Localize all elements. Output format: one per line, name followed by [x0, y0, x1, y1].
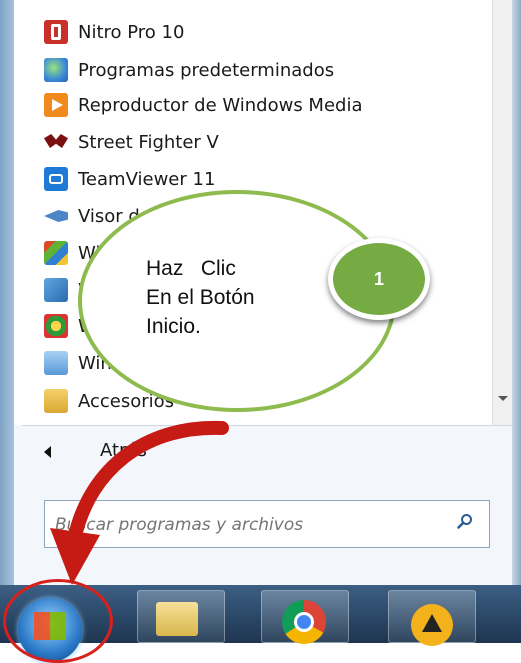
program-item-default-programs[interactable]: Programas predeterminados [44, 55, 334, 85]
file-explorer-icon[interactable] [156, 602, 198, 636]
program-label: Street Fighter V [78, 131, 219, 153]
callout-text: Haz Clic En el Botón Inicio. [146, 257, 255, 338]
default-programs-icon [44, 58, 68, 82]
step-number-badge: 1 [328, 238, 430, 320]
program-label: Reproductor de Windows Media [78, 94, 363, 116]
search-icon[interactable] [457, 513, 473, 529]
start-button-highlight [3, 579, 113, 663]
windows-app-icon [44, 351, 68, 375]
windows-app-icon [44, 278, 68, 302]
program-item-nitro[interactable]: Nitro Pro 10 [44, 17, 184, 47]
nitro-icon [44, 20, 68, 44]
program-item-media-player[interactable]: Reproductor de Windows Media [44, 90, 363, 120]
back-button[interactable]: Atrás [100, 440, 147, 461]
chrome-icon[interactable] [282, 600, 326, 644]
street-fighter-icon [44, 130, 68, 154]
menu-divider [22, 425, 512, 426]
xps-viewer-icon [44, 204, 68, 228]
program-list-scrollbar[interactable] [492, 0, 513, 425]
scroll-down-icon[interactable] [498, 396, 508, 401]
folder-icon [44, 389, 68, 413]
program-item-street-fighter[interactable]: Street Fighter V [44, 127, 219, 157]
search-box[interactable] [44, 500, 490, 549]
menu-left-edge [0, 0, 14, 585]
windows-app-icon [44, 241, 68, 265]
program-label: TeamViewer 11 [78, 168, 216, 190]
program-label: Nitro Pro 10 [78, 21, 185, 43]
media-player-icon [44, 93, 68, 117]
program-item-teamviewer[interactable]: TeamViewer 11 [44, 164, 215, 194]
menu-right-edge [512, 0, 521, 585]
windows-app-icon [44, 314, 68, 338]
program-label: Programas predeterminados [78, 59, 335, 81]
teamviewer-icon [44, 167, 68, 191]
aimp-icon[interactable] [411, 604, 453, 646]
back-arrow-icon[interactable] [44, 446, 51, 458]
search-input[interactable] [53, 501, 437, 549]
